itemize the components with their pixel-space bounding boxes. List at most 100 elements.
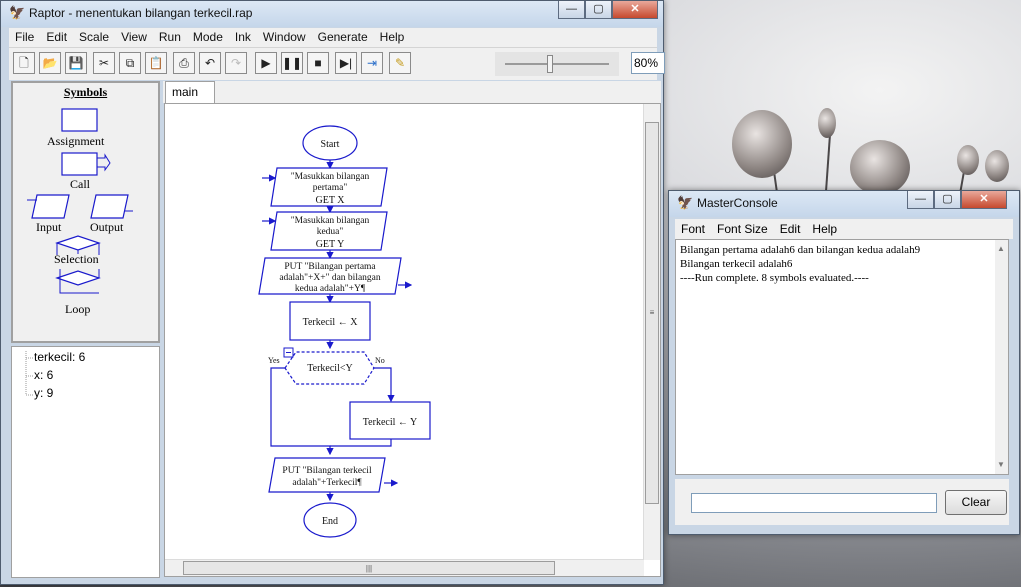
input-symbol-icon[interactable] (31, 194, 70, 219)
console-minimize-button[interactable]: — (907, 191, 934, 209)
clear-button[interactable]: Clear (945, 490, 1007, 515)
step-icon[interactable]: ▶| (335, 52, 357, 74)
assignment-symbol-icon[interactable] (61, 108, 98, 132)
menu-generate[interactable]: Generate (312, 28, 374, 44)
menu-scale[interactable]: Scale (73, 28, 115, 44)
stop-icon[interactable]: ■ (307, 52, 329, 74)
console-title-bar: 🦅 MasterConsole — ▢ ✕ (669, 191, 1019, 217)
svg-text:kedua": kedua" (317, 227, 344, 237)
console-output[interactable]: Bilangan pertama adalah6 dan bilangan ke… (675, 239, 1009, 475)
menu-run[interactable]: Run (153, 28, 187, 44)
horizontal-scroll-thumb[interactable]: ||| (183, 561, 555, 575)
console-input-area: Clear (675, 479, 1009, 525)
paste-icon[interactable]: 📋 (145, 52, 167, 74)
svg-text:PUT "Bilangan pertama: PUT "Bilangan pertama (284, 262, 376, 272)
menu-edit[interactable]: Edit (40, 28, 73, 44)
redo-icon[interactable]: ↷ (225, 52, 247, 74)
assign1-text: Terkecil ← X (303, 317, 359, 328)
selection-symbol-icon[interactable] (55, 235, 101, 251)
console-line: ----Run complete. 8 symbols evaluated.--… (680, 272, 869, 284)
console-menu-help[interactable]: Help (806, 219, 843, 236)
zoom-field[interactable]: 80% (631, 52, 665, 74)
open-folder-icon[interactable]: 📂 (39, 52, 61, 74)
new-file-icon[interactable]: 🗋 (13, 52, 35, 74)
console-input-field[interactable] (691, 493, 937, 513)
variables-panel: terkecil: 6 x: 6 y: 9 (11, 346, 160, 578)
master-console-window: 🦅 MasterConsole — ▢ ✕ Font Font Size Edit H… (668, 190, 1020, 535)
flowchart-canvas[interactable]: Start "Masukkan bilangan pertama" GET X … (164, 103, 661, 577)
minimize-button[interactable]: — (558, 1, 585, 19)
call-symbol-icon[interactable] (61, 152, 98, 176)
yes-label: Yes (268, 356, 280, 365)
pen-icon[interactable]: ✎ (389, 52, 411, 74)
horizontal-scrollbar[interactable]: ||| (165, 559, 644, 576)
menu-window[interactable]: Window (257, 28, 312, 44)
step-into-icon[interactable]: ⇥ (361, 52, 383, 74)
variable-x: x: 6 (34, 368, 54, 382)
variable-terkecil: terkecil: 6 (34, 350, 86, 364)
assign2-text: Terkecil ← Y (363, 417, 417, 428)
console-menu-font[interactable]: Font (675, 219, 711, 236)
speed-slider[interactable] (495, 52, 619, 76)
start-text: Start (321, 139, 340, 150)
raptor-bird-icon: 🦅 (9, 5, 26, 20)
console-scrollbar[interactable]: ▲ ▼ (995, 240, 1008, 474)
cut-icon[interactable]: ✂ (93, 52, 115, 74)
tab-strip: main (163, 81, 661, 103)
svg-text:adalah"+Terkecil¶: adalah"+Terkecil¶ (292, 478, 362, 488)
svg-text:kedua adalah"+Y¶: kedua adalah"+Y¶ (295, 284, 366, 294)
pause-icon[interactable]: ❚❚ (281, 52, 303, 74)
assignment-label: Assignment (47, 134, 105, 148)
condition-text: Terkecil<Y (307, 363, 352, 374)
window-title: Raptor - menentukan bilangan terkecil.ra… (29, 6, 253, 20)
console-maximize-button[interactable]: ▢ (934, 191, 961, 209)
menu-mode[interactable]: Mode (187, 28, 229, 44)
svg-text:adalah"+X+" dan bilangan: adalah"+X+" dan bilangan (279, 273, 381, 283)
svg-text:"Masukkan bilangan: "Masukkan bilangan (291, 172, 370, 182)
call-label: Call (70, 177, 90, 191)
close-button[interactable]: ✕ (612, 1, 658, 19)
raptor-window: 🦅 Raptor - menentukan bilangan terkecil.… (0, 0, 665, 585)
console-menu-bar: Font Font Size Edit Help (675, 219, 1013, 239)
loop-label: Loop (65, 302, 91, 316)
vertical-scroll-thumb[interactable]: ≡ (645, 122, 659, 504)
maximize-button[interactable]: ▢ (585, 1, 612, 19)
print-icon[interactable]: ⎙ (173, 52, 195, 74)
no-label: No (375, 356, 385, 365)
flowchart: Start "Masukkan bilangan pertama" GET X … (258, 125, 431, 538)
input2-get-text: GET Y (316, 239, 345, 250)
console-title: MasterConsole (697, 196, 778, 210)
menu-help[interactable]: Help (374, 28, 411, 44)
tab-main[interactable]: main (165, 81, 215, 103)
console-raptor-icon: 🦅 (677, 195, 694, 210)
svg-text:"Masukkan bilangan: "Masukkan bilangan (291, 216, 370, 226)
console-line: Bilangan pertama adalah6 dan bilangan ke… (680, 244, 921, 256)
toolbar: 🗋 📂 💾 ✂ ⧉ 📋 ⎙ ↶ ↷ ▶ ❚❚ ■ ▶| ⇥ ✎ 80% (9, 48, 665, 80)
menu-file[interactable]: File (9, 28, 40, 44)
variable-y: y: 9 (34, 386, 54, 400)
symbols-panel: Symbols Assignment Call Input Output Sel… (11, 81, 160, 343)
copy-icon[interactable]: ⧉ (119, 52, 141, 74)
menu-ink[interactable]: Ink (229, 28, 257, 44)
output-symbol-icon[interactable] (90, 194, 129, 219)
loop-symbol-icon[interactable] (55, 270, 101, 286)
speed-slider-thumb[interactable] (547, 55, 553, 73)
output-label: Output (90, 220, 124, 234)
console-close-button[interactable]: ✕ (961, 191, 1007, 209)
menu-view[interactable]: View (115, 28, 153, 44)
save-icon[interactable]: 💾 (65, 52, 87, 74)
input-label: Input (36, 220, 62, 234)
menu-bar: File Edit Scale View Run Mode Ink Window Generat… (9, 28, 657, 48)
play-icon[interactable]: ▶ (255, 52, 277, 74)
svg-text:PUT "Bilangan terkecil: PUT "Bilangan terkecil (282, 466, 372, 476)
input1-get-text: GET X (316, 195, 346, 206)
vertical-scrollbar[interactable]: ≡ (643, 104, 660, 560)
title-bar: 🦅 Raptor - menentukan bilangan terkecil.… (1, 1, 663, 27)
console-menu-font-size[interactable]: Font Size (711, 219, 774, 236)
console-line: Bilangan terkecil adalah6 (680, 258, 793, 270)
svg-text:pertama": pertama" (313, 183, 348, 193)
console-menu-edit[interactable]: Edit (774, 219, 807, 236)
selection-label: Selection (54, 252, 99, 266)
end-text: End (322, 516, 338, 527)
undo-icon[interactable]: ↶ (199, 52, 221, 74)
